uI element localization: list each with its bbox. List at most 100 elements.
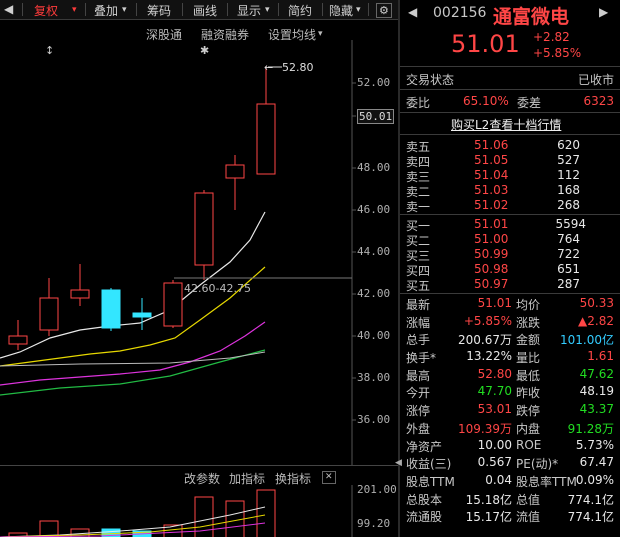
- hide-button[interactable]: 隐藏: [329, 2, 353, 19]
- weibi-label: 委比: [406, 96, 431, 110]
- stat-value: 48.19: [579, 384, 614, 399]
- next-stock-icon[interactable]: ▶: [599, 5, 608, 19]
- stat-label: 内盘: [516, 421, 541, 436]
- order-row: 卖四 51.05 527: [406, 153, 580, 169]
- divider: [400, 214, 620, 215]
- stat-value: 774.1亿: [567, 510, 614, 525]
- trade-status-label: 交易状态: [406, 73, 455, 87]
- settings-icon[interactable]: ⚙: [376, 3, 392, 18]
- chevron-down-icon[interactable]: ▾: [318, 29, 323, 39]
- svg-text:←: ←: [264, 61, 273, 74]
- stat-value: 67.47: [579, 455, 614, 470]
- ma-line-30: [0, 351, 266, 367]
- weibi-value: 65.10%: [463, 94, 509, 108]
- order-row: 卖二 51.03 168: [406, 183, 580, 199]
- order-row: 买一 51.01 5594: [406, 217, 586, 233]
- stat-value: 109.39万: [458, 421, 512, 436]
- range-label: 42.60-42.75: [184, 282, 251, 295]
- chevron-down-icon[interactable]: ▾: [356, 5, 361, 15]
- y-axis-ticks: [352, 82, 356, 421]
- divider: [400, 112, 620, 113]
- stat-label: 昨收: [516, 386, 541, 401]
- display-button[interactable]: 显示: [237, 2, 261, 19]
- toolbar-divider: [278, 3, 279, 16]
- stat-value: 43.37: [579, 402, 614, 417]
- buy-orders: 买一 51.01 5594 买二 51.00 764 买三 50.99 722 …: [406, 217, 616, 293]
- stat-row: 收益(三) 0.567 PE(动)* 67.47: [406, 455, 614, 473]
- stat-label: 跌停: [516, 404, 541, 419]
- collapse-arrow-icon[interactable]: ◀: [395, 458, 402, 468]
- chevron-down-icon[interactable]: ▾: [72, 5, 77, 15]
- divider: [400, 134, 620, 135]
- stat-value: ▲2.82: [578, 313, 614, 328]
- simple-button[interactable]: 简约: [288, 2, 312, 19]
- stat-label: PE(动)*: [516, 457, 559, 472]
- sell-orders: 卖五 51.06 620 卖四 51.05 527 卖三 51.04 112 卖…: [406, 138, 616, 214]
- chevron-down-icon[interactable]: ▾: [122, 5, 127, 15]
- chips-button[interactable]: 筹码: [147, 2, 171, 19]
- toolbar-divider: [85, 3, 86, 16]
- trade-status-value: 已收市: [577, 73, 614, 87]
- stat-value: 1.61: [587, 349, 614, 364]
- stat-value: 53.01: [477, 402, 512, 417]
- stat-label: 股息TTM: [406, 474, 455, 489]
- toolbar-divider: [322, 3, 323, 16]
- stat-label: 流值: [516, 510, 541, 525]
- stat-value: 51.01: [477, 296, 512, 310]
- overlay-button[interactable]: 叠加: [94, 2, 118, 19]
- toolbar-divider: [227, 3, 228, 16]
- price-change: +2.82: [533, 30, 570, 44]
- stat-label: 均价: [516, 298, 541, 312]
- order-row: 买五 50.97 287: [406, 277, 580, 293]
- prev-stock-icon[interactable]: ◀: [408, 5, 417, 19]
- stat-row: 最新 51.01 均价 50.33: [406, 296, 614, 314]
- stat-row: 股息TTM 0.04 股息率TTM 0.09%: [406, 473, 614, 491]
- stat-label: 金额: [516, 333, 541, 348]
- y-tick-label: 44.00: [357, 245, 391, 258]
- close-icon[interactable]: ✕: [322, 471, 336, 484]
- stat-label: 今开: [406, 386, 431, 401]
- stat-value: 774.1亿: [567, 492, 614, 507]
- stat-label: 涨停: [406, 404, 431, 419]
- panel-splitter[interactable]: [398, 0, 400, 537]
- candlestick-chart[interactable]: ↕ ✱ 42.60-42.75 ← 52.80: [0, 40, 398, 465]
- event-marker-icon[interactable]: ✱: [200, 44, 209, 57]
- l2-upsell-link[interactable]: 购买L2查看十档行情: [451, 116, 561, 133]
- y-tick-label: 48.00: [357, 161, 391, 174]
- collapse-left-button[interactable]: ◀: [4, 2, 13, 16]
- stat-row: 最高 52.80 最低 47.62: [406, 367, 614, 385]
- y-tick-label: 42.00: [357, 287, 391, 300]
- weicha-value: 6323: [583, 94, 614, 108]
- stat-label: 最低: [516, 368, 541, 383]
- toolbar-divider: [182, 3, 183, 16]
- volume-chart[interactable]: [0, 485, 398, 537]
- order-row: 卖一 51.02 268: [406, 198, 580, 214]
- stat-label: 换手*: [406, 351, 437, 366]
- draw-line-button[interactable]: 画线: [193, 2, 217, 19]
- stat-row: 涨停 53.01 跌停 43.37: [406, 402, 614, 420]
- stock-name: 通富微电: [493, 6, 570, 28]
- ma-line-20: [0, 321, 266, 386]
- y-tick-label: 52.00: [357, 76, 391, 89]
- stat-label: 涨跌: [516, 315, 541, 330]
- weicha-label: 委差: [517, 96, 542, 110]
- stat-value: 200.67万: [458, 333, 512, 348]
- stat-value: 0.09%: [575, 472, 614, 487]
- stat-value: 10.00: [477, 437, 512, 452]
- stat-value: 0.567: [477, 455, 512, 470]
- fuquan-button[interactable]: 复权: [34, 2, 58, 19]
- stock-code: 002156: [433, 5, 487, 21]
- stat-value: 5.73%: [575, 437, 614, 452]
- stat-label: 股息率TTM: [516, 474, 577, 489]
- stat-value: 0.04: [485, 472, 512, 487]
- chart-toolbar: ◀ 复权 ▾ 叠加 ▾ 筹码 画线 显示 ▾ 简约 隐藏 ▾ ⚙: [0, 0, 398, 20]
- stat-label: ROE: [516, 437, 542, 452]
- max-label: 52.80: [282, 61, 314, 74]
- stat-value: 101.00亿: [560, 333, 614, 348]
- event-marker-icon[interactable]: ↕: [45, 44, 54, 57]
- chevron-down-icon[interactable]: ▾: [265, 5, 270, 15]
- divider: [400, 66, 620, 67]
- order-row: 买二 51.00 764: [406, 232, 580, 248]
- stat-label: 涨幅: [406, 315, 431, 330]
- stat-row: 净资产 10.00 ROE 5.73%: [406, 438, 614, 456]
